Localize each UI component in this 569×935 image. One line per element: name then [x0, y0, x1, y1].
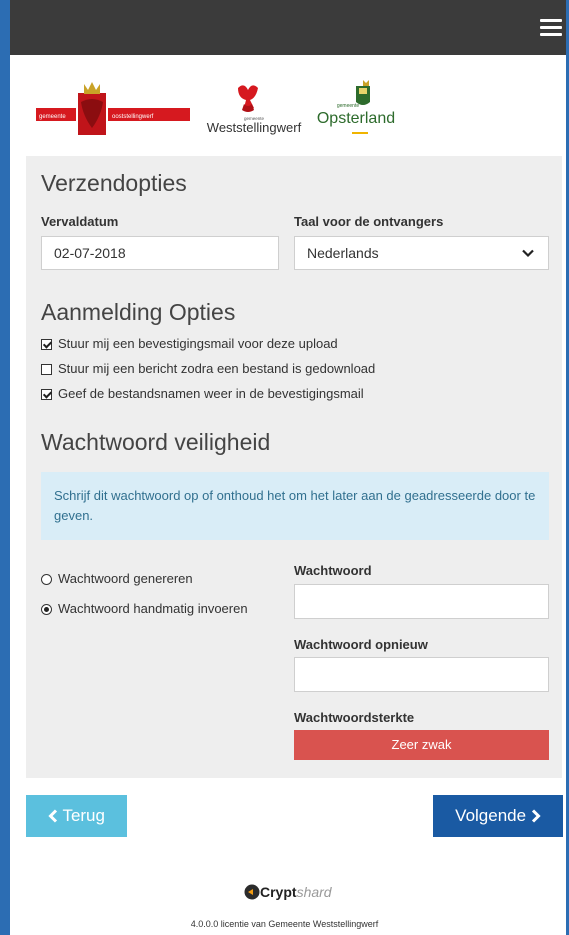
radio-manual-password[interactable]: Wachtwoord handmatig invoeren [41, 601, 248, 617]
svg-text:gemeente: gemeente [39, 114, 66, 120]
options-panel: Verzendopties Vervaldatum Taal voor de o… [26, 156, 562, 778]
radio-label: Wachtwoord handmatig invoeren [58, 601, 248, 616]
weststellingwerf-logo: gemeente Weststellingwerf [204, 76, 304, 146]
back-button[interactable]: Terug [26, 795, 127, 837]
password-repeat-input[interactable] [294, 657, 549, 692]
option-label: Stuur mij een bericht zodra een bestand … [58, 361, 376, 376]
password-info-alert: Schrijf dit wachtwoord op of onthoud het… [41, 472, 549, 540]
ooststellingwerf-logo: gemeente ooststellingwerf [36, 78, 190, 140]
section-title-wachtwoord: Wachtwoord veiligheid [41, 429, 271, 455]
checkbox-checked-icon[interactable] [41, 389, 52, 400]
section-title-verzendopties: Verzendopties [41, 170, 187, 196]
password-strength-bar: Zeer zwak [294, 730, 549, 760]
svg-text:Opsterland: Opsterland [317, 110, 395, 127]
radio-label: Wachtwoord genereren [58, 571, 193, 586]
cryptshard-logo: Cryptshard [244, 884, 332, 904]
chevron-left-icon [48, 809, 58, 823]
option-show-filenames[interactable]: Geef de bestandsnamen weer in de bevesti… [41, 386, 364, 402]
license-text: 4.0.0.0 licentie van Gemeente Weststelli… [190, 919, 379, 929]
checkbox-empty-icon[interactable] [41, 364, 52, 375]
option-confirmation-mail[interactable]: Stuur mij een bevestigingsmail voor deze… [41, 336, 338, 352]
password-label: Wachtwoord [294, 563, 372, 578]
svg-text:ooststellingwerf: ooststellingwerf [112, 114, 154, 120]
logo-strip: gemeente ooststellingwerf gemeente Wests… [10, 56, 566, 156]
password-strength-label: Wachtwoordsterkte [294, 710, 415, 725]
radio-on-icon[interactable] [41, 604, 52, 615]
svg-text:Weststellingwerf: Weststellingwerf [207, 120, 302, 135]
language-select-value: Nederlands [307, 245, 379, 261]
password-repeat-label: Wachtwoord opnieuw [294, 637, 428, 652]
option-label: Geef de bestandsnamen weer in de bevesti… [58, 386, 364, 401]
section-title-aanmelding: Aanmelding Opties [41, 299, 236, 325]
option-label: Stuur mij een bevestigingsmail voor deze… [58, 336, 338, 351]
chevron-right-icon [531, 809, 541, 823]
expiry-date-input[interactable]: 02-07-2018 [41, 236, 279, 270]
language-label: Taal voor de ontvangers [294, 214, 444, 229]
cryptshard-icon [244, 884, 260, 900]
radio-off-icon[interactable] [41, 574, 52, 585]
opsterland-logo: gemeente Opsterland [308, 74, 418, 146]
chevron-down-icon [522, 249, 534, 258]
expiry-date-label: Vervaldatum [41, 214, 119, 229]
language-select[interactable]: Nederlands [294, 236, 549, 270]
radio-generate-password[interactable]: Wachtwoord genereren [41, 571, 193, 587]
option-download-notify[interactable]: Stuur mij een bericht zodra een bestand … [41, 361, 375, 377]
left-border [0, 0, 10, 935]
svg-text:gemeente: gemeente [337, 103, 359, 109]
top-navbar [10, 0, 566, 55]
password-input[interactable] [294, 584, 549, 619]
checkbox-checked-icon[interactable] [41, 339, 52, 350]
next-button-label: Volgende [455, 806, 527, 825]
hamburger-icon[interactable] [540, 19, 562, 37]
next-button[interactable]: Volgende [433, 795, 563, 837]
back-button-label: Terug [62, 806, 105, 825]
